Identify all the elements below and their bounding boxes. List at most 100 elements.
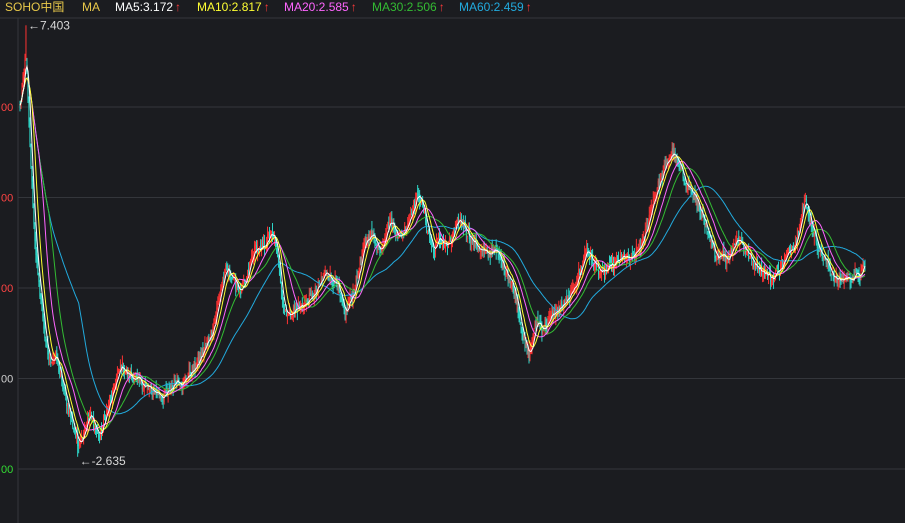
candle-body	[628, 260, 630, 262]
candle-body	[476, 247, 478, 250]
candle-body	[646, 225, 648, 230]
candle-body	[664, 163, 666, 165]
candle-body	[201, 350, 203, 357]
candle-body	[850, 279, 852, 282]
candle-body	[428, 230, 430, 233]
candle-body	[633, 252, 635, 255]
candle-body	[31, 166, 33, 182]
candle-body	[484, 251, 486, 254]
candle-body	[414, 201, 416, 207]
candle-body	[620, 254, 622, 258]
candle-body	[861, 265, 863, 270]
candle-body	[427, 230, 429, 232]
candle-body	[535, 324, 537, 327]
candle-body	[527, 349, 529, 355]
candle-body	[456, 217, 458, 219]
candle-body	[528, 350, 530, 361]
candle-body	[579, 271, 581, 273]
candle-body	[511, 282, 513, 285]
candle-body	[818, 249, 820, 252]
candle-body	[225, 265, 227, 271]
candle-body	[325, 270, 327, 273]
candle-body	[430, 240, 432, 242]
candle-body	[278, 263, 280, 275]
candle-body	[255, 244, 257, 246]
candle-body	[30, 144, 32, 167]
candle-body	[645, 225, 647, 231]
candlestick-chart[interactable]: 00 00 00 00 00 ←7.403 ←-2.635	[0, 0, 905, 523]
candle-body	[566, 297, 568, 300]
candle-body	[411, 214, 413, 216]
candle-body	[674, 151, 676, 161]
candle-body	[856, 270, 858, 272]
candle-body	[183, 378, 185, 382]
candle-body	[29, 122, 31, 143]
candle-body	[396, 236, 398, 239]
candle-body	[223, 278, 225, 280]
ma5-line	[19, 64, 866, 443]
candle-body	[486, 252, 488, 254]
candle-body	[516, 300, 518, 306]
candle-body	[479, 250, 481, 253]
candle-body	[268, 234, 270, 236]
candle-body	[232, 278, 234, 280]
candle-body	[78, 444, 80, 446]
candle-body	[656, 188, 658, 192]
candle-body	[571, 287, 573, 290]
candle-body	[121, 362, 123, 368]
candle-body	[663, 164, 665, 170]
candle-body	[616, 255, 618, 260]
candle-body	[548, 317, 550, 322]
min-price-annotation: ←-2.635	[80, 454, 126, 468]
candle-body	[202, 348, 204, 354]
candle-body	[272, 229, 274, 235]
candle-body	[802, 206, 804, 208]
candle-body	[409, 216, 411, 220]
candle-body	[859, 278, 861, 281]
candle-body	[631, 252, 633, 254]
candle-body	[809, 217, 811, 224]
candle-body	[64, 390, 66, 392]
candle-body	[567, 295, 569, 300]
candle-body	[332, 281, 334, 287]
candle-body	[37, 260, 39, 275]
candle-body	[293, 305, 295, 310]
candle-body	[811, 226, 813, 230]
candle-body	[410, 213, 412, 215]
candle-body	[36, 254, 38, 263]
candle-body	[71, 417, 73, 419]
candle-body	[28, 99, 30, 122]
candle-body	[752, 261, 754, 263]
candle-body	[67, 404, 69, 407]
candle-body	[38, 274, 40, 283]
candle-body	[157, 391, 159, 396]
candle-body	[448, 239, 450, 242]
candle-body	[281, 293, 283, 300]
candle-body	[112, 383, 114, 392]
candle-body	[153, 392, 155, 395]
candle-body	[295, 307, 297, 309]
candle-body	[669, 157, 671, 159]
candle-body	[322, 276, 324, 278]
y-tick-label: 00	[1, 374, 13, 386]
candle-body	[432, 244, 434, 247]
candle-body	[855, 270, 857, 272]
candle-body	[784, 256, 786, 259]
candle-body	[41, 298, 43, 304]
candle-body	[341, 297, 343, 300]
candle-body	[226, 264, 228, 270]
candle-body	[416, 192, 418, 198]
candle-body	[284, 309, 286, 311]
candle-body	[104, 415, 105, 418]
candle-body	[59, 373, 61, 375]
candle-body	[686, 187, 688, 189]
candle-body	[649, 209, 651, 214]
candle-body	[237, 286, 239, 289]
candle-body	[292, 307, 294, 317]
candle-body	[344, 309, 346, 320]
candle-body	[506, 273, 508, 275]
candle-body	[48, 356, 50, 358]
candle-body	[525, 344, 527, 347]
candle-body	[340, 296, 342, 298]
candle-body	[310, 294, 312, 296]
